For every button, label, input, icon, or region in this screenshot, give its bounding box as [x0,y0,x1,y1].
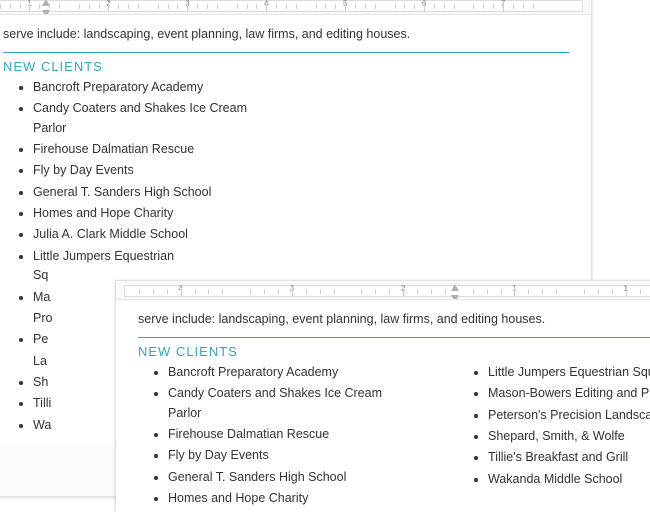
ruler-track: 43211 [124,285,650,297]
lead-text: serve include: landscaping, event planni… [138,310,650,329]
list-item: Candy Coaters and Shakes Ice Cream Parlo… [33,99,283,138]
list-item: Firehouse Dalmatian Rescue [168,425,418,444]
list-item: Firehouse Dalmatian Rescue [33,140,283,159]
list-item: Fly by Day Events [33,161,283,180]
list-item: Little Jumpers Equestrian [33,247,283,266]
client-columns: Bancroft Preparatory Academy Candy Coater… [138,363,650,512]
document-window-two-column: 43211 serve include: landscaping, event … [115,280,650,512]
section-heading: NEW CLIENTS [3,59,569,74]
section-heading: NEW CLIENTS [138,344,650,359]
list-item: Tillie's Breakfast and Grill [488,448,650,467]
client-list-col-2: Little Jumpers Equestrian Squad Mason-Bow… [466,363,650,512]
indent-marker-first-line[interactable] [451,284,459,291]
ruler-track: 1234567 [0,0,583,12]
list-item: Bancroft Preparatory Academy [168,363,418,382]
ruler[interactable]: 1234567 [0,0,591,15]
list-item: Mason-Bowers Editing and Proofreading [488,384,650,403]
section-divider [138,337,650,338]
stage: 1234567 serve include: landscaping, even… [0,0,650,512]
list-item: General T. Sanders High School [33,183,283,202]
ruler[interactable]: 43211 [116,281,650,300]
list-item: Homes and Hope Charity [168,489,418,508]
section-divider [3,52,569,53]
list-item: General T. Sanders High School [168,468,418,487]
list-item: Julia A. Clark Middle School [33,225,283,244]
page: serve include: landscaping, event planni… [116,300,650,512]
indent-marker-hanging[interactable] [451,295,459,300]
lead-text: serve include: landscaping, event planni… [3,25,569,44]
list-item: Bancroft Preparatory Academy [33,78,283,97]
list-item: Candy Coaters and Shakes Ice Cream Parlo… [168,384,418,423]
list-item: Shepard, Smith, & Wolfe [488,427,650,446]
list-item: Little Jumpers Equestrian Squad [488,363,650,382]
list-item: Fly by Day Events [168,446,418,465]
list-item: Wakanda Middle School [488,470,650,489]
list-item: Peterson's Precision Landscaping [488,406,650,425]
list-item: Homes and Hope Charity [33,204,283,223]
client-list-col-1: Bancroft Preparatory Academy Candy Coater… [146,363,418,512]
indent-marker-hanging[interactable] [42,10,50,15]
client-list-single: Bancroft Preparatory Academy Candy Coater… [11,78,283,266]
